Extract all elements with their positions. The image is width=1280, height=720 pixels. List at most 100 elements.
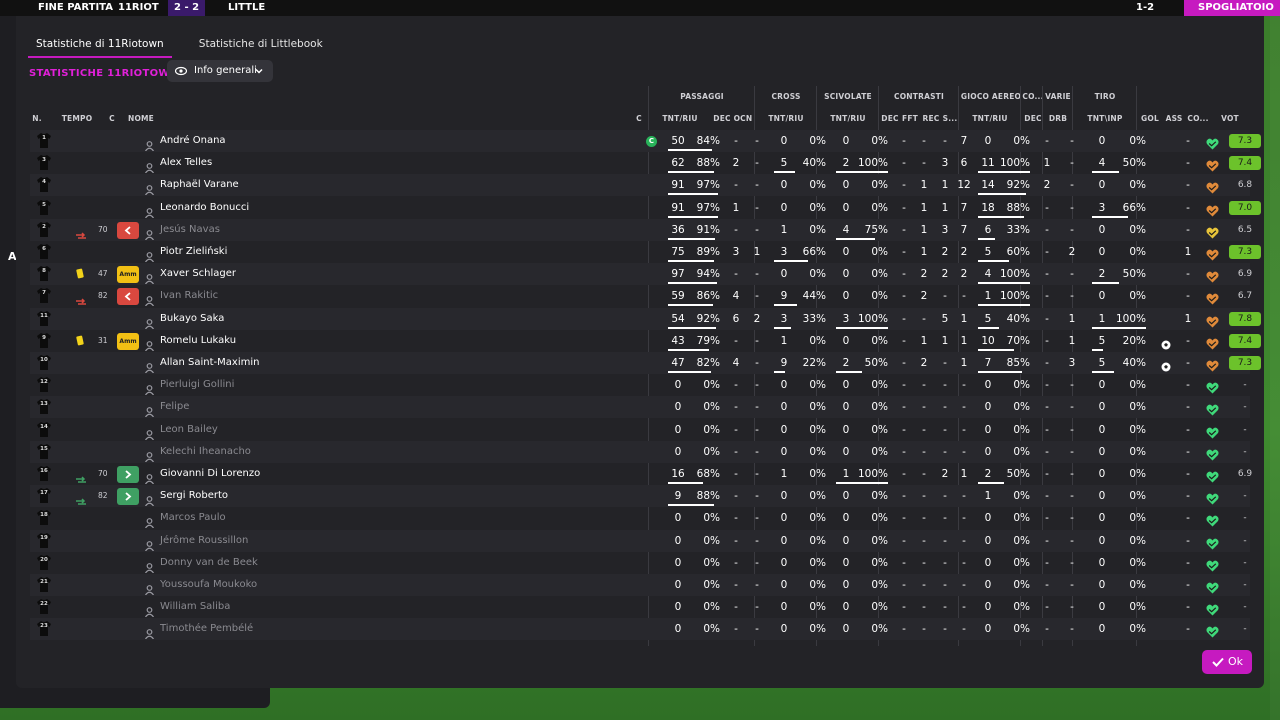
con-rec: - [943,445,947,458]
table-row[interactable]: 13 Felipe 0 0% - - 0 0% 0 0% - - - - 0 0% - - 0 0% - - [30,396,1250,419]
tab-home-stats[interactable]: Statistiche di 11Riotown [28,30,172,58]
con-rec: - [943,423,947,436]
sciv-attempts: 0 [842,490,850,503]
table-row[interactable]: 21 Youssoufa Moukoko 0 0% - - 0 0% 0 0% - - - - 0 0% - - 0… [30,574,1250,596]
col-condition[interactable]: CO... [1186,114,1210,123]
con-rec: 2 [941,468,949,480]
table-row[interactable]: 11 Bukayo Saka 54 92% 6 2 3 33% 3 100% - -5 1 5 40% -1 1… [30,307,1261,330]
player-name-link[interactable]: Ivan Rakitic [160,285,218,307]
player-name-link[interactable]: André Onana [160,130,226,152]
col-pass-ocn[interactable]: OCN [732,114,754,123]
table-row[interactable]: 10 Allan Saint-Maximin 47 82% 4-9 22% 2 50% -2-1… [30,352,1261,374]
player-name-link[interactable]: Leonardo Bonucci [160,197,249,219]
col-pass-tnt[interactable]: TNT/RIU [650,114,710,123]
table-row[interactable]: 20 Donny van de Beek 0 0% - - 0 0% 0 0% - - - - 0 0% - - 0… [30,552,1250,574]
col-drb[interactable]: DRB [1046,114,1070,123]
rating-badge: 7.3 [1229,356,1261,370]
col-pass-dec[interactable]: DEC [712,114,732,123]
con-rec: - [943,379,947,392]
pass-dec: - [734,423,738,436]
col-card[interactable]: C [107,114,117,123]
table-row[interactable]: 9 31 Amm Romelu Lukaku 43 79% - -1 0% 0 0% -1 1 1 10 70… [30,330,1261,352]
substitution-in-button[interactable] [117,488,139,506]
assists: - [1186,179,1190,192]
col-name[interactable]: NOME [126,114,156,123]
table-row[interactable]: 8 47 Amm Xaver Schlager 97 94% - -0 0% 0 0% -2 2 2 4 10… [30,263,1252,286]
table-row[interactable]: 18 Marcos Paulo 0 0% - - 0 0% 0 0% - - - - 0 0% - - 0 0% - - [30,507,1250,529]
col-time[interactable]: TEMPO [60,114,94,123]
col-co-dec[interactable]: DEC [1022,114,1044,123]
player-name-link[interactable]: Pierluigi Gollini [160,374,234,396]
cross-attempts: 0 [780,556,788,569]
player-name-link[interactable]: Jérôme Roussillon [160,530,248,552]
table-row[interactable]: 22 William Saliba 0 0% - - 0 0% 0 0% - - - - 0 0% - - 0 0% -… [30,596,1250,618]
dressing-room-button[interactable]: SPOGLIATOIO [1184,0,1280,16]
table-row[interactable]: 3 Alex Telles 62 88% 2-5 40% 2 100% - -3 6 11 100% 1-… [30,152,1261,174]
player-name-link[interactable]: Donny van de Beek [160,552,258,574]
player-name-link[interactable]: Leon Bailey [160,419,218,441]
aereo-attempts: 0 [984,623,992,636]
player-name-link[interactable]: Raphaël Varane [160,174,239,196]
player-name-link[interactable]: William Saliba [160,596,230,618]
col-con-fft[interactable]: FFT [900,114,920,123]
player-name-link[interactable]: Youssoufa Moukoko [160,574,257,596]
player-name-link[interactable]: Xaver Schlager [160,263,236,285]
player-name-link[interactable]: Sergi Roberto [160,485,228,507]
table-row[interactable]: 1 André Onana C 50 84% - -0 0% 0 0% - - -7 0 0% - -0 0% -7… [30,130,1261,152]
col-tiro-tnt[interactable]: TNT\INP [1074,114,1136,123]
col-ass[interactable]: ASS [1162,114,1186,123]
shirt-number: 15 [40,445,48,452]
player-name-link[interactable]: Giovanni Di Lorenzo [160,463,260,485]
rating-badge: 6.8 [1237,180,1253,191]
pass-bar [668,149,712,151]
assists: - [1186,157,1190,170]
col-aereo-tnt[interactable]: TNT/RIU [960,114,1020,123]
table-row[interactable]: 12 Pierluigi Gollini 0 0% - - 0 0% 0 0% - - - - 0 0% - - 0… [30,374,1250,396]
con-fft: - [922,157,926,170]
table-row[interactable]: 16 70 Giovanni Di Lorenzo 16 68% - -1 0% 1 100% - -… [30,463,1252,485]
table-row[interactable]: 2 70 Jesús Navas 36 91% - -1 0% 4 75% -1 3 7 6 33% - -0 0… [30,218,1252,241]
col-vote[interactable]: VOT [1214,114,1246,123]
player-name-link[interactable]: Felipe [160,396,189,418]
table-row[interactable]: 23 Timothée Pembélé 0 0% - - 0 0% 0 0% - - - - 0 0% - - 0 0… [30,618,1250,641]
table-row[interactable]: 15 Kelechi Iheanacho 0 0% - - 0 0% 0 0% - - - - 0 0% - - 0… [30,440,1250,463]
table-row[interactable]: 7 82 Ivan Rakitic 59 86% 4-9 44% 0 0% -2- -1 100% - -… [30,285,1252,307]
player-name-link[interactable]: Marcos Paulo [160,507,226,529]
substitution-in-button[interactable] [117,466,139,483]
table-row[interactable]: 17 82 Sergi Roberto 9 88% - -0 0% 0 0% - - - -1 0% - -0 0… [30,485,1250,508]
player-name-link[interactable]: Timothée Pembélé [160,618,253,640]
table-row[interactable]: 6 Piotr Zieliński 75 89% 3 1 3 66% 0 0% -1 2 2 5 60% -2… [30,241,1261,263]
rating-badge: 7.3 [1229,134,1261,148]
col-con-rec[interactable]: REC [920,114,942,123]
col-gol[interactable]: GOL [1138,114,1162,123]
player-name-link[interactable]: Jesús Navas [160,219,220,241]
table-row[interactable]: 19 Jérôme Roussillon 0 0% - - 0 0% 0 0% - - - - 0 0% - - 0… [30,529,1250,552]
col-captain[interactable]: C [634,114,644,123]
assists: - [1186,357,1190,369]
table-row[interactable]: 5 Leonardo Bonucci 91 97% 1-0 0% 0 0% -1 1 7 18 88% -… [30,197,1261,219]
player-name-link[interactable]: Bukayo Saka [160,308,224,330]
ok-button[interactable]: Ok [1202,650,1252,674]
player-name-link[interactable]: Romelu Lukaku [160,330,236,352]
sciv-bar [836,171,888,174]
pass-bar [668,371,711,373]
player-name-link[interactable]: Alex Telles [160,152,212,174]
cross-attempts: 0 [780,423,788,436]
rating-badge: 7.4 [1229,333,1261,348]
col-number[interactable]: N. [30,114,44,123]
col-con-s[interactable]: S... [942,114,958,123]
player-name-link[interactable]: Kelechi Iheanacho [160,441,251,463]
substitution-out-button[interactable] [117,221,139,239]
col-cross-tnt[interactable]: TNT/RIU [756,114,816,123]
col-sciv-tnt[interactable]: TNT/RIU [818,114,878,123]
table-row[interactable]: 4 Raphaël Varane 91 97% - -0 0% 0 0% -1 1 12 14 92% 2-… [30,174,1252,197]
pass-bar [668,348,709,351]
group-contrasti: CONTRASTI [894,92,944,101]
col-con-dec[interactable]: DEC [880,114,900,123]
substitution-out-button[interactable] [117,288,139,306]
player-name-link[interactable]: Allan Saint-Maximin [160,352,259,374]
table-row[interactable]: 14 Leon Bailey 0 0% - - 0 0% 0 0% - - - - 0 0% - - 0 0% - - [30,419,1250,441]
player-name-link[interactable]: Piotr Zieliński [160,241,227,263]
view-dropdown[interactable]: Info generali [167,60,273,82]
tab-away-stats[interactable]: Statistiche di Littlebook [191,30,331,58]
